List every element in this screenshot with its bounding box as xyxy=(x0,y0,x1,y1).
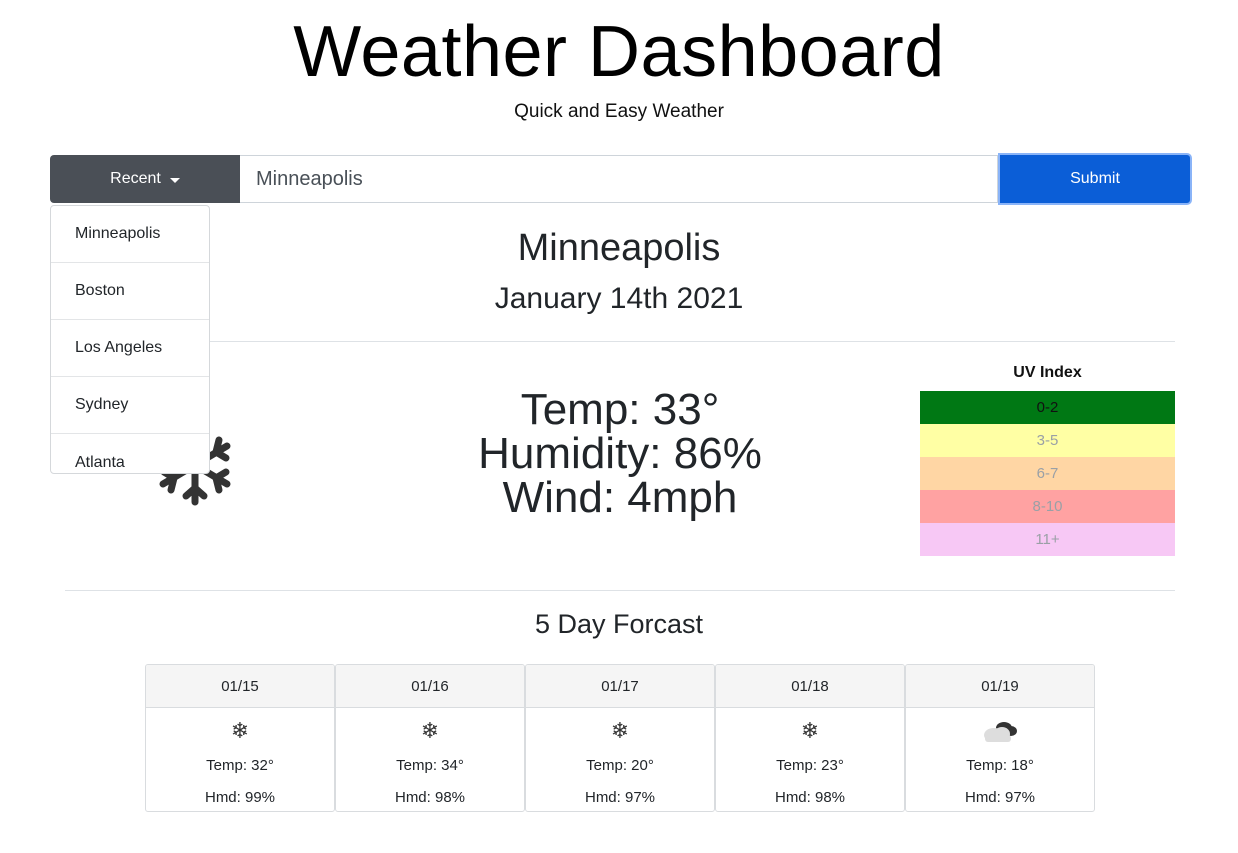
forecast-temp: Temp: 20° xyxy=(586,757,654,774)
uv-index-title: UV Index xyxy=(1013,364,1082,381)
uv-level-11-plus: 11+ xyxy=(920,523,1175,556)
uv-level-6-7: 6-7 xyxy=(920,457,1175,490)
city-search-input[interactable] xyxy=(240,155,998,203)
uv-level-0-2: 0-2 xyxy=(920,391,1175,424)
forecast-card: 01/17 ❄ Temp: 20° Hmd: 97% xyxy=(525,664,715,812)
snowflake-icon: ❄ xyxy=(420,718,440,743)
snowflake-icon: ❄ xyxy=(800,718,820,743)
recent-item-atlanta[interactable]: Atlanta xyxy=(51,434,209,491)
current-wind: Wind: 4mph xyxy=(502,473,738,522)
forecast-date: 01/18 xyxy=(716,665,904,708)
forecast-temp: Temp: 23° xyxy=(776,757,844,774)
uv-level-8-10: 8-10 xyxy=(920,490,1175,523)
forecast-title: 5 Day Forcast xyxy=(534,609,704,639)
forecast-temp: Temp: 34° xyxy=(396,757,464,774)
snowflake-icon: ❄ xyxy=(610,718,630,743)
caret-down-icon xyxy=(169,177,180,183)
recent-dropdown-menu: Minneapolis Boston Los Angeles Sydney At… xyxy=(50,205,210,474)
uv-level-3-5: 3-5 xyxy=(920,424,1175,457)
uv-index-scale: 0-2 3-5 6-7 8-10 11+ xyxy=(920,391,1175,556)
forecast-date: 01/19 xyxy=(906,665,1094,708)
page-title: Weather Dashboard xyxy=(293,12,945,92)
page-subtitle: Quick and Easy Weather xyxy=(514,101,724,122)
forecast-date: 01/16 xyxy=(336,665,524,708)
current-temp: Temp: 33° xyxy=(520,385,720,434)
recent-item-los-angeles[interactable]: Los Angeles xyxy=(51,320,209,377)
forecast-temp: Temp: 32° xyxy=(206,757,274,774)
submit-button[interactable]: Submit xyxy=(998,153,1192,205)
recent-item-minneapolis[interactable]: Minneapolis xyxy=(51,206,209,263)
forecast-card: 01/16 ❄ Temp: 34° Hmd: 98% xyxy=(335,664,525,812)
current-humidity: Humidity: 86% xyxy=(478,429,762,478)
divider xyxy=(65,341,1175,342)
current-stats: Temp: 33° Humidity: 86% Wind: 4mph xyxy=(320,388,920,520)
recent-item-boston[interactable]: Boston xyxy=(51,263,209,320)
forecast-card: 01/15 ❄ Temp: 32° Hmd: 99% xyxy=(145,664,335,812)
forecast-card: 01/18 ❄ Temp: 23° Hmd: 98% xyxy=(715,664,905,812)
forecast-humidity: Hmd: 99% xyxy=(204,789,276,806)
forecast-date: 01/15 xyxy=(146,665,334,708)
recent-item-sydney[interactable]: Sydney xyxy=(51,377,209,434)
forecast-humidity: Hmd: 98% xyxy=(774,789,846,806)
forecast-humidity: Hmd: 98% xyxy=(394,789,466,806)
forecast-humidity: Hmd: 97% xyxy=(584,789,656,806)
snowflake-icon: ❄ xyxy=(230,718,250,743)
divider xyxy=(65,590,1175,591)
forecast-card: 01/19 Temp: 18° Hmd: 97% xyxy=(905,664,1095,812)
forecast-humidity: Hmd: 97% xyxy=(964,789,1036,806)
recent-button-label: Recent xyxy=(110,170,161,187)
forecast-date: 01/17 xyxy=(526,665,714,708)
forecast-temp: Temp: 18° xyxy=(966,757,1034,774)
forecast-cards: 01/15 ❄ Temp: 32° Hmd: 99% 01/16 ❄ Temp:… xyxy=(145,664,1095,812)
recent-dropdown-button[interactable]: Recent xyxy=(50,155,240,203)
cloud-icon xyxy=(906,708,1094,754)
